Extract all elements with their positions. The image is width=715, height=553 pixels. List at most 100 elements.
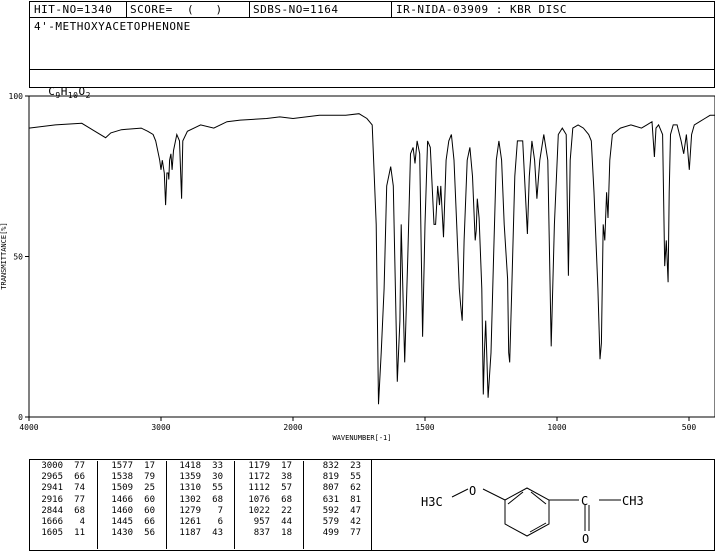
peak-wavenumber: 1509 — [111, 483, 133, 494]
peak-wavenumber: 832 — [322, 461, 339, 471]
peak-row: 1310 55 — [167, 483, 235, 494]
peak-wavenumber: 1022 — [248, 505, 270, 516]
peak-wavenumber: 1418 — [179, 461, 201, 471]
peak-transmittance: 44 — [281, 516, 292, 527]
peak-wavenumber: 631 — [322, 494, 339, 505]
peak-row: 1076 68 — [235, 495, 304, 506]
peak-transmittance: 47 — [350, 505, 361, 516]
peak-transmittance: 17 — [281, 461, 292, 471]
peak-transmittance: 79 — [144, 472, 155, 483]
methyl-right: CH3 — [622, 494, 644, 508]
x-tick-label: 4000 — [19, 423, 38, 432]
peak-wavenumber: 957 — [253, 516, 270, 527]
peak-transmittance: 30 — [212, 472, 223, 483]
y-tick-label: 100 — [9, 92, 24, 101]
peak-wavenumber: 1466 — [111, 494, 133, 505]
methyl-left: H3C — [421, 495, 443, 509]
peak-row: 1577 17 — [98, 461, 167, 472]
peak-wavenumber: 2844 — [41, 505, 63, 516]
x-axis: 4000 3000 2000 1500 1000 500 — [19, 417, 696, 432]
peak-row: 1112 57 — [235, 483, 304, 494]
peak-row: 1509 25 — [98, 483, 167, 494]
peak-wavenumber: 1179 — [248, 461, 270, 471]
peak-row: 1022 22 — [235, 506, 304, 517]
peak-wavenumber: 1666 — [41, 516, 63, 527]
peak-wavenumber: 2916 — [41, 494, 63, 505]
peak-wavenumber: 837 — [253, 528, 270, 539]
peak-row: 957 44 — [235, 517, 304, 528]
peak-transmittance: 68 — [212, 494, 223, 505]
peak-row: 1466 60 — [98, 495, 167, 506]
peak-transmittance: 33 — [212, 461, 223, 471]
peak-row: 3000 77 — [29, 461, 97, 472]
y-axis-label: TRANSMITTANCE[%] — [0, 222, 8, 289]
peak-transmittance: 68 — [74, 505, 85, 516]
peak-transmittance: 17 — [144, 461, 155, 471]
peak-wavenumber: 579 — [322, 516, 339, 527]
spectrum-line — [28, 113, 715, 405]
peak-wavenumber: 1460 — [111, 505, 133, 516]
carbonyl-carbon: C — [581, 494, 588, 508]
peak-transmittance: 66 — [74, 472, 85, 483]
chemical-structure: H3C O C CH3 O — [421, 484, 644, 546]
peak-row: 1302 68 — [167, 495, 235, 506]
peak-wavenumber: 1187 — [179, 528, 201, 539]
peak-transmittance: 42 — [350, 516, 361, 527]
peak-wavenumber: 1112 — [248, 483, 270, 494]
x-tick-label: 2000 — [283, 423, 302, 432]
peak-transmittance: 38 — [281, 472, 292, 483]
peak-row: 819 55 — [304, 472, 373, 483]
peak-wavenumber: 1310 — [179, 483, 201, 494]
y-tick-label: 50 — [13, 253, 23, 262]
peak-wavenumber: 1430 — [111, 528, 133, 539]
peak-transmittance: 66 — [144, 516, 155, 527]
peak-transmittance: 25 — [144, 483, 155, 494]
peak-transmittance: 81 — [350, 494, 361, 505]
peak-transmittance: 43 — [212, 528, 223, 539]
peak-row: 1538 79 — [98, 472, 167, 483]
y-tick-label: 0 — [18, 413, 23, 422]
peak-row: 832 23 — [304, 461, 373, 472]
peak-row: 1460 60 — [98, 506, 167, 517]
peak-transmittance: 7 — [217, 505, 223, 516]
peak-row: 1605 11 — [29, 528, 97, 539]
peak-wavenumber: 1359 — [179, 472, 201, 483]
peak-transmittance: 6 — [217, 516, 223, 527]
peak-transmittance: 62 — [350, 483, 361, 494]
peak-wavenumber: 1538 — [111, 472, 133, 483]
peak-transmittance: 68 — [281, 494, 292, 505]
x-tick-label: 3000 — [151, 423, 170, 432]
peak-row: 807 62 — [304, 483, 373, 494]
peak-wavenumber: 819 — [322, 472, 339, 483]
methyl-left-text: H3C — [421, 495, 443, 509]
peak-column: 1577 17 1538 79 1509 25 1466 60 1460 60 1445 66 1430… — [97, 461, 167, 549]
peak-row: 2844 68 — [29, 506, 97, 517]
peak-transmittance: 60 — [144, 494, 155, 505]
peak-transmittance: 74 — [74, 483, 85, 494]
x-tick-label: 1500 — [415, 423, 434, 432]
peak-row: 1418 33 — [167, 461, 235, 472]
peak-row: 837 18 — [235, 528, 304, 539]
peak-transmittance: 77 — [74, 494, 85, 505]
peak-wavenumber: 1605 — [41, 528, 63, 539]
x-tick-label: 500 — [682, 423, 697, 432]
peak-table: 3000 77 2965 66 2941 74 2916 77 2844 68 1666 4 1605 1… — [29, 461, 372, 549]
peak-row: 1430 56 — [98, 528, 167, 539]
carbonyl-oxygen: O — [582, 532, 589, 546]
peak-wavenumber: 3000 — [41, 461, 63, 471]
peak-column: 3000 77 2965 66 2941 74 2916 77 2844 68 1666 4 1605 1… — [29, 461, 97, 549]
peak-row: 592 47 — [304, 506, 373, 517]
peak-transmittance: 60 — [144, 505, 155, 516]
x-tick-label: 1000 — [547, 423, 566, 432]
ir-spectrum-chart: 4000 3000 2000 1500 1000 500 100500 WAVENUMBE… — [0, 92, 715, 442]
peak-transmittance: 22 — [281, 505, 292, 516]
peak-row: 2916 77 — [29, 495, 97, 506]
peak-column: 1418 33 1359 30 1310 55 1302 68 1279 7 1261 6 1187 43 — [166, 461, 235, 549]
peak-wavenumber: 499 — [322, 528, 339, 539]
peak-transmittance: 11 — [74, 528, 85, 539]
peak-wavenumber: 592 — [322, 505, 339, 516]
peak-row: 2965 66 — [29, 472, 97, 483]
peak-wavenumber: 1445 — [111, 516, 133, 527]
peak-wavenumber: 1302 — [179, 494, 201, 505]
peak-transmittance: 77 — [74, 461, 85, 471]
